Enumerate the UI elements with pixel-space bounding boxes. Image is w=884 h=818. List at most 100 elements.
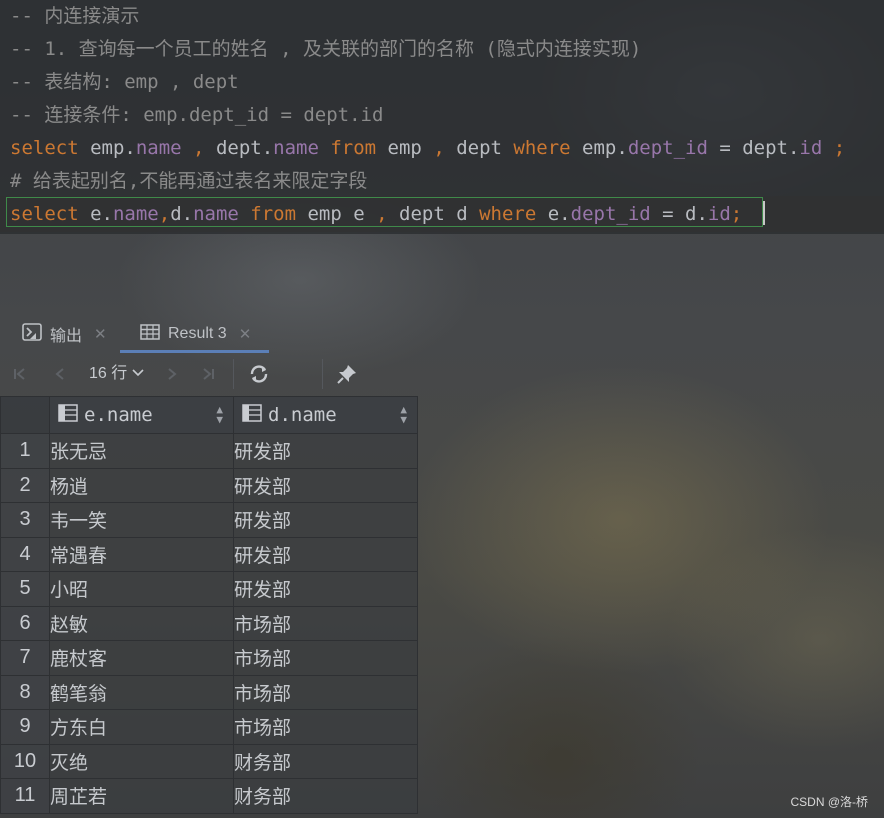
table-row[interactable]: 8 鹤笔翁 市场部 [0, 674, 418, 710]
rows-count-dropdown[interactable]: 16 行 [89, 361, 144, 387]
row-number: 1 [0, 433, 50, 469]
cell-e-name[interactable]: 鹤笔翁 [49, 674, 234, 710]
result-tabs: 输出 ✕ Result 3 ✕ [0, 315, 884, 353]
table-row[interactable]: 10 灭绝 财务部 [0, 743, 418, 779]
sort-icon[interactable]: ▲ ▼ [400, 404, 407, 425]
cell-e-name[interactable]: 小昭 [49, 571, 234, 607]
row-number: 6 [0, 605, 50, 641]
code-line[interactable]: -- 1. 查询每一个员工的姓名 , 及关联的部门的名称 (隐式内连接实现) [10, 33, 641, 66]
table-icon [140, 323, 160, 345]
close-icon[interactable]: ✕ [239, 325, 252, 343]
text-cursor [763, 201, 765, 225]
close-icon[interactable]: ✕ [94, 325, 107, 343]
code-line[interactable]: # 给表起别名,不能再通过表名来限定字段 [10, 165, 367, 198]
code-line[interactable]: -- 内连接演示 [10, 0, 139, 33]
column-icon [242, 403, 262, 427]
sql-text: dept [444, 137, 514, 159]
first-page-icon[interactable] [8, 361, 32, 387]
sql-text: d. [170, 203, 194, 225]
result-toolbar: 16 行 [0, 353, 884, 395]
last-page-icon[interactable] [196, 361, 220, 387]
header-row: e.name ▲ ▼ d.name ▲ ▼ [0, 396, 418, 434]
sql-field: id [707, 203, 731, 225]
toolbar-divider [233, 359, 234, 389]
code-line[interactable]: -- 表结构: emp , dept [10, 66, 239, 99]
pin-icon[interactable] [334, 361, 360, 387]
column-name: d.name [268, 403, 337, 426]
sql-comment: -- 1. 查询每一个员工的姓名 , 及关联的部门的名称 (隐式内连接实现) [10, 38, 642, 60]
cell-d-name[interactable]: 研发部 [233, 536, 418, 572]
tab-result-3[interactable]: Result 3 ✕ [140, 315, 251, 353]
row-number: 4 [0, 536, 50, 572]
cell-d-name[interactable]: 市场部 [233, 640, 418, 676]
row-number: 11 [0, 778, 50, 814]
chevron-down-icon [132, 361, 144, 387]
sql-text: = dept. [707, 137, 800, 159]
cell-e-name[interactable]: 方东白 [49, 709, 234, 745]
table-row[interactable]: 2 杨逍 研发部 [0, 467, 418, 503]
cell-d-name[interactable]: 财务部 [233, 743, 418, 779]
sql-text: = d. [650, 203, 708, 225]
sql-keyword: select [10, 137, 79, 159]
cell-d-name[interactable]: 市场部 [233, 674, 418, 710]
sql-field: name [112, 203, 159, 225]
sql-field: id [799, 137, 823, 159]
cell-d-name[interactable]: 市场部 [233, 605, 418, 641]
table-row[interactable]: 5 小昭 研发部 [0, 571, 418, 607]
sql-keyword: , [158, 203, 171, 225]
cell-e-name[interactable]: 韦一笑 [49, 502, 234, 538]
cell-d-name[interactable]: 财务部 [233, 778, 418, 814]
column-header-d-name[interactable]: d.name ▲ ▼ [233, 396, 418, 434]
sql-keyword: from [318, 137, 377, 159]
sql-keyword: , [376, 203, 388, 225]
sql-comment: -- 表结构: emp , dept [10, 71, 239, 93]
cell-d-name[interactable]: 研发部 [233, 502, 418, 538]
cell-d-name[interactable]: 研发部 [233, 433, 418, 469]
sort-icon[interactable]: ▲ ▼ [216, 404, 223, 425]
column-header-e-name[interactable]: e.name ▲ ▼ [49, 396, 234, 434]
cell-e-name[interactable]: 张无忌 [49, 433, 234, 469]
cell-e-name[interactable]: 灭绝 [49, 743, 234, 779]
sql-field: dept_id [570, 203, 651, 225]
next-page-icon[interactable] [160, 361, 184, 387]
refresh-icon[interactable] [246, 361, 272, 387]
cell-d-name[interactable]: 研发部 [233, 467, 418, 503]
row-number: 10 [0, 743, 50, 779]
rows-count-label: 16 行 [89, 365, 128, 383]
cell-d-name[interactable]: 市场部 [233, 709, 418, 745]
column-name: e.name [84, 403, 153, 426]
row-number: 2 [0, 467, 50, 503]
console-icon [22, 322, 42, 346]
cell-e-name[interactable]: 杨逍 [49, 467, 234, 503]
sql-text: emp. [78, 137, 136, 159]
sql-keyword: where [479, 203, 537, 225]
row-number: 8 [0, 674, 50, 710]
cell-d-name[interactable]: 研发部 [233, 571, 418, 607]
code-line[interactable]: select e.name,d.name from emp e , dept d… [10, 198, 742, 231]
table-row[interactable]: 3 韦一笑 研发部 [0, 502, 418, 538]
column-icon [58, 403, 78, 427]
table-row[interactable]: 4 常遇春 研发部 [0, 536, 418, 572]
cell-e-name[interactable]: 常遇春 [49, 536, 234, 572]
code-line[interactable]: -- 连接条件: emp.dept_id = dept.id [10, 99, 383, 132]
table-row[interactable]: 7 鹿杖客 市场部 [0, 640, 418, 676]
table-row[interactable]: 1 张无忌 研发部 [0, 433, 418, 469]
cell-e-name[interactable]: 赵敏 [49, 605, 234, 641]
tab-output-label: 输出 [50, 328, 83, 345]
row-number: 3 [0, 502, 50, 538]
table-row[interactable]: 9 方东白 市场部 [0, 709, 418, 745]
code-line[interactable]: select emp.name , dept.name from emp , d… [10, 132, 845, 165]
table-row[interactable]: 6 赵敏 市场部 [0, 605, 418, 641]
row-number: 5 [0, 571, 50, 607]
tab-output[interactable]: 输出 ✕ [22, 315, 107, 353]
sql-keyword: , [181, 137, 216, 159]
sql-editor[interactable]: -- 内连接演示 -- 1. 查询每一个员工的姓名 , 及关联的部门的名称 (隐式… [0, 0, 884, 234]
sql-text: dept d [387, 203, 480, 225]
cell-e-name[interactable]: 鹿杖客 [49, 640, 234, 676]
table-row[interactable]: 11 周芷若 财务部 [0, 778, 418, 814]
cell-e-name[interactable]: 周芷若 [49, 778, 234, 814]
previous-page-icon[interactable] [48, 361, 72, 387]
sql-keyword: ; [730, 203, 743, 225]
sql-field: name [193, 203, 239, 225]
sql-text: emp e [296, 203, 377, 225]
